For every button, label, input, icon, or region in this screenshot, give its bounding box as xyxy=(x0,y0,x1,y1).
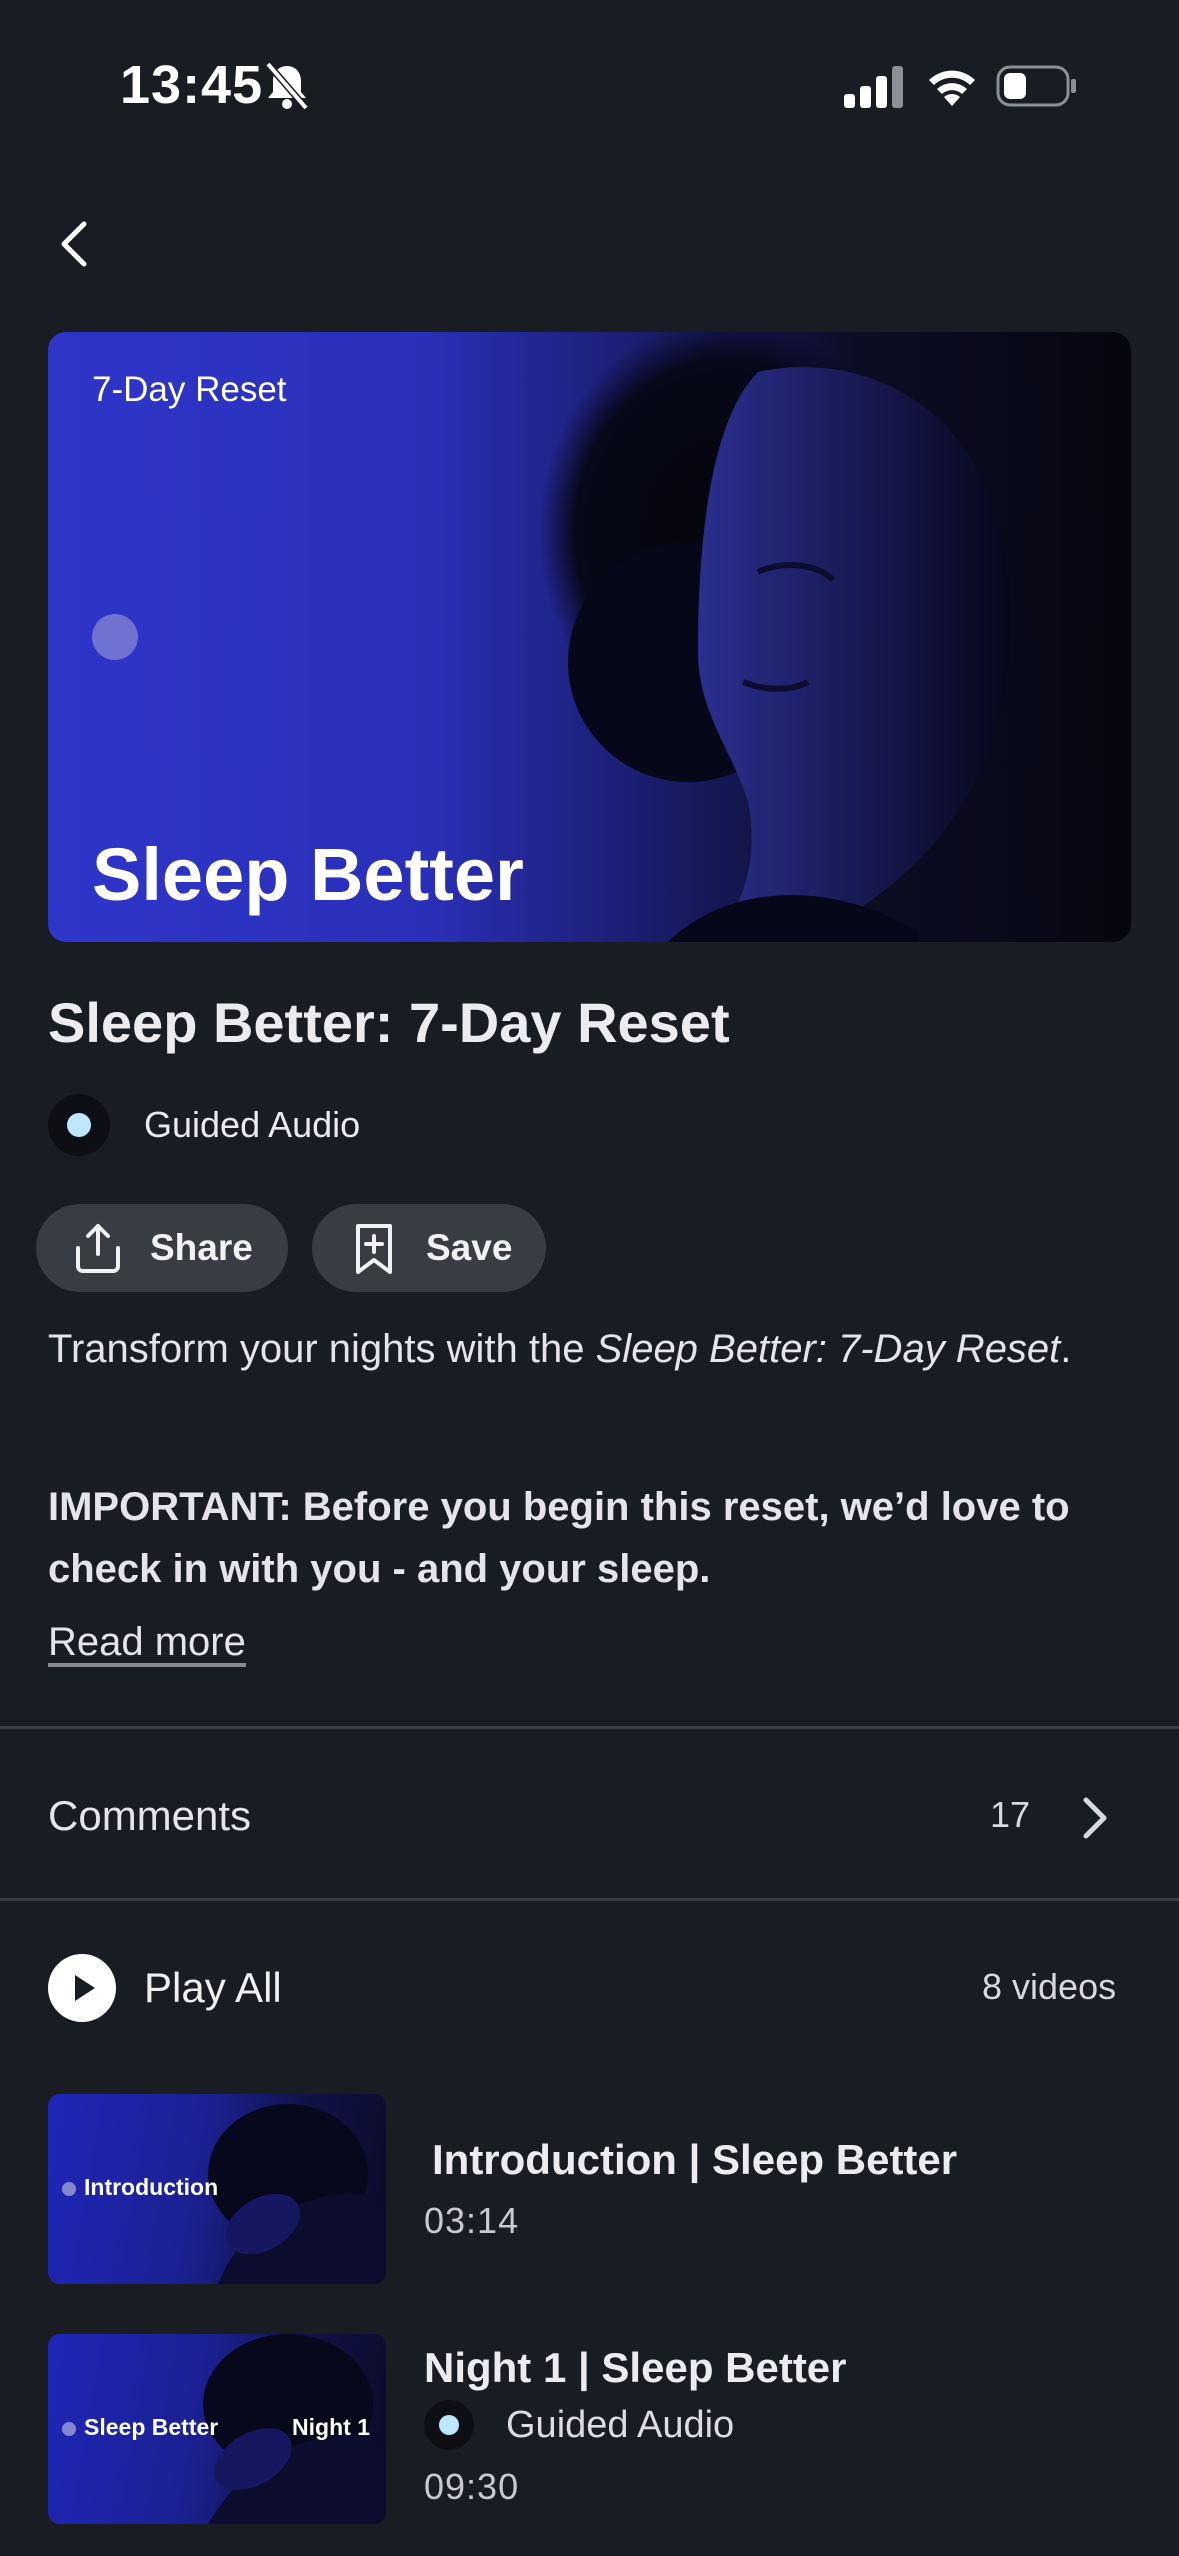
content-type-row: Guided Audio xyxy=(48,1092,360,1158)
content-type-label: Guided Audio xyxy=(144,1104,361,1145)
video-type-row: Guided Audio xyxy=(424,2400,734,2450)
play-icon xyxy=(75,1975,95,2001)
comments-label: Comments xyxy=(48,1792,252,1839)
audio-dot-icon xyxy=(424,2400,474,2450)
chevron-left-icon xyxy=(61,221,87,267)
important-notice: IMPORTANT: Before you begin this reset, … xyxy=(48,1485,1070,1591)
video-title: Introduction | Sleep Better xyxy=(432,2136,958,2183)
description-text: Transform your nights with the Sleep Bet… xyxy=(48,1327,1072,1371)
video-duration: 09:30 xyxy=(424,2466,520,2507)
back-button[interactable] xyxy=(46,206,102,282)
status-time: 13:45 xyxy=(120,55,264,115)
play-all-button[interactable] xyxy=(48,1954,116,2022)
hero-title: Sleep Better xyxy=(92,833,524,916)
save-button[interactable]: Save xyxy=(312,1204,546,1292)
wifi-icon xyxy=(929,70,975,106)
share-label: Share xyxy=(150,1227,253,1268)
bell-slash-icon xyxy=(265,61,309,111)
share-icon xyxy=(76,1224,120,1273)
read-more-link[interactable]: Read more xyxy=(48,1620,246,1665)
video-duration: 03:14 xyxy=(424,2200,520,2241)
page-title: Sleep Better: 7-Day Reset xyxy=(48,991,730,1054)
video-thumbnail: Sleep Better Night 1 xyxy=(48,2334,386,2524)
hero-portrait-image xyxy=(538,332,1011,942)
divider xyxy=(0,1898,1179,1901)
save-label: Save xyxy=(426,1227,513,1268)
video-type-label: Guided Audio xyxy=(506,2403,735,2446)
thumbnail-caption: Introduction xyxy=(84,2174,219,2200)
bookmark-add-icon xyxy=(356,1224,392,1274)
videos-count: 8 videos xyxy=(982,1966,1117,2007)
share-button[interactable]: Share xyxy=(36,1204,288,1292)
battery-icon xyxy=(996,65,1076,107)
hero-banner: 7-Day Reset Sleep Better xyxy=(48,332,1131,942)
video-thumbnail: Introduction xyxy=(48,2094,386,2284)
cellular-signal-icon xyxy=(844,66,903,108)
description-emphasis: Sleep Better: 7-Day Reset xyxy=(595,1327,1061,1371)
thumbnail-caption: Sleep Better xyxy=(84,2414,219,2440)
video-title: Night 1 | Sleep Better xyxy=(424,2344,847,2391)
audio-dot-icon xyxy=(48,1094,110,1156)
thumbnail-episode: Night 1 xyxy=(292,2414,370,2440)
chevron-right-icon xyxy=(1083,1797,1107,1839)
hero-indicator-dot xyxy=(92,614,138,660)
comments-count: 17 xyxy=(990,1794,1031,1835)
play-all-label[interactable]: Play All xyxy=(144,1964,282,2012)
hero-kicker: 7-Day Reset xyxy=(92,370,287,409)
